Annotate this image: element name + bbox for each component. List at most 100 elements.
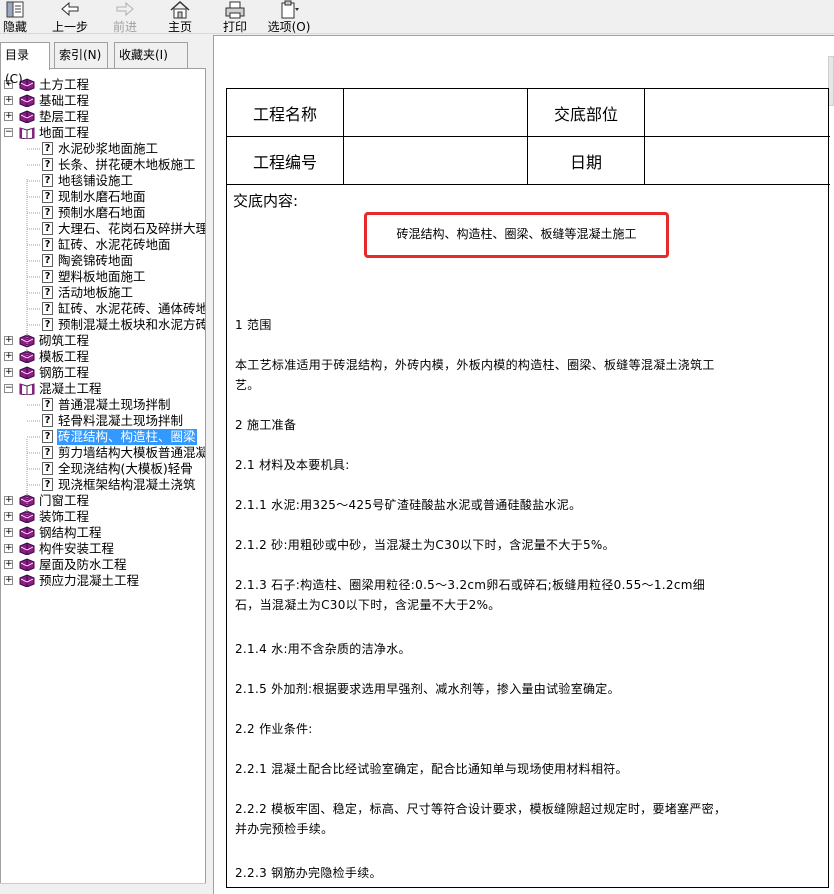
book-open-icon — [19, 126, 35, 140]
forward-button[interactable]: 前进 — [108, 0, 142, 34]
tree-item-label: 预制混凝土板块和水泥方砖 — [58, 317, 206, 332]
expand-icon[interactable]: + — [4, 352, 13, 361]
document-paragraph-line: 艺。 — [235, 378, 260, 392]
document-paragraph-line: 2.2 作业条件: — [235, 722, 313, 736]
tree-item-label: 地面工程 — [39, 125, 90, 140]
book-icon — [19, 558, 35, 572]
document-paragraph-line: 2.1.1 水泥:用325～425号矿渣硅酸盐水泥或普通硅酸盐水泥。 — [235, 498, 582, 512]
content-pane: 工程名称 交底部位 工程编号 日期 交底内容: 砖混结构、构造柱、圈梁、板缝等混… — [213, 35, 834, 894]
book-icon — [19, 494, 35, 508]
tab-favorites[interactable]: 收藏夹(I) — [114, 42, 188, 68]
help-topic-icon: ? — [42, 414, 53, 427]
document-paragraph-line: 石，当混凝土为C30以下时，含泥量不大于2%。 — [235, 598, 501, 612]
expand-icon[interactable]: + — [4, 528, 13, 537]
tab-index[interactable]: 索引(N) — [54, 42, 108, 68]
document-paragraph-line: 2.1.3 石子:构造柱、圈梁用粒径:0.5～3.2cm卵石或碎石;板缝用粒径0… — [235, 578, 706, 592]
expand-icon[interactable]: + — [4, 112, 13, 121]
forward-arrow-icon — [108, 0, 142, 20]
expand-icon[interactable]: + — [4, 336, 13, 345]
back-button[interactable]: 上一步 — [48, 0, 92, 34]
help-topic-icon: ? — [42, 206, 53, 219]
tree-item-label: 砌筑工程 — [39, 333, 90, 348]
hide-label: 隐藏 — [2, 20, 27, 34]
document-paragraph-line: 2.1.2 砂:用粗砂或中砂，当混凝土为C30以下时，含泥量不大于5%。 — [235, 538, 615, 552]
project-name-label: 工程名称 — [227, 89, 344, 137]
tree-item-label: 缸砖、水泥花砖地面 — [58, 237, 171, 252]
document-paragraph-line: 并办完预检手续。 — [235, 822, 334, 836]
date-label: 日期 — [528, 137, 645, 185]
nav-tabs: 目录(C) 索引(N) 收藏夹(I) — [0, 42, 213, 86]
help-topic-icon: ? — [42, 222, 53, 235]
home-label: 主页 — [167, 20, 192, 34]
tree-item-label: 门窗工程 — [39, 493, 90, 508]
document-paragraph-line: 2.1.5 外加剂:根据要求选用早强剂、减水剂等，掺入量由试验室确定。 — [235, 682, 620, 696]
help-topic-icon: ? — [42, 190, 53, 203]
tree-item-label: 普通混凝土现场拌制 — [58, 397, 171, 412]
expand-icon[interactable]: + — [4, 368, 13, 377]
printer-icon — [220, 0, 250, 20]
document-paragraph-line: 本工艺标准适用于砖混结构，外砖内模，外板内模的构造柱、圈梁、板缝等混凝土浇筑工 — [235, 358, 715, 372]
help-topic-icon: ? — [42, 174, 53, 187]
expand-icon[interactable]: + — [4, 576, 13, 585]
tree-item-label: 地毯铺设施工 — [58, 173, 134, 188]
tree-item-label: 现制水磨石地面 — [58, 189, 146, 204]
print-label: 打印 — [222, 20, 247, 34]
collapse-icon[interactable]: − — [4, 384, 13, 393]
tree-item-label: 土方工程 — [39, 77, 90, 92]
tree-item-label: 钢结构工程 — [39, 525, 102, 540]
pane-splitter[interactable] — [206, 68, 213, 894]
handover-part-label: 交底部位 — [528, 89, 645, 137]
tree-item-label-selected: 砖混结构、构造柱、圈梁 — [57, 429, 197, 445]
help-topic-icon: ? — [42, 446, 53, 459]
document-paragraph-line: 2.2.1 混凝土配合比经试验室确定，配合比通知单与现场使用材料相符。 — [235, 762, 628, 776]
forward-label: 前进 — [112, 20, 137, 34]
tree-item-label: 屋面及防水工程 — [39, 557, 127, 572]
expand-icon[interactable]: + — [4, 96, 13, 105]
document-paragraph-line: 2.2.3 钢筋办完隐检手续。 — [235, 866, 382, 880]
tab-contents[interactable]: 目录(C) — [0, 42, 50, 86]
toolbar: 隐藏 上一步 前进 主页 打印 选项(O) — [0, 0, 834, 34]
expand-icon[interactable]: + — [4, 544, 13, 553]
tree-item-label: 大理石、花岗石及碎拼大理 — [58, 221, 206, 236]
print-button[interactable]: 打印 — [220, 0, 250, 34]
options-button[interactable]: 选项(O) — [266, 0, 312, 34]
tree-item-label: 现浇框架结构混凝土浇筑 — [58, 477, 196, 492]
help-topic-icon: ? — [42, 430, 53, 443]
tree-item-label: 构件安装工程 — [39, 541, 115, 556]
expand-icon[interactable]: + — [4, 512, 13, 521]
tree-item-label: 长条、拼花硬木地板施工 — [58, 157, 196, 172]
tree-item-label: 塑料板地面施工 — [58, 269, 146, 284]
tree-item-label: 垫层工程 — [39, 109, 90, 124]
help-topic-icon: ? — [42, 478, 53, 491]
help-topic-icon: ? — [42, 238, 53, 251]
help-topic-icon: ? — [42, 270, 53, 283]
tree-item-label: 全现浇结构(大模板)轻骨 — [58, 461, 193, 476]
book-icon — [19, 510, 35, 524]
collapse-icon[interactable]: − — [4, 128, 13, 137]
tree-horizontal-scrollbar[interactable] — [0, 883, 206, 894]
tree-item-label: 预制水磨石地面 — [58, 205, 146, 220]
help-topic-icon: ? — [42, 302, 53, 315]
tree-item-label: 轻骨料混凝土现场拌制 — [58, 413, 184, 428]
help-topic-icon: ? — [42, 318, 53, 331]
help-topic-icon: ? — [42, 254, 53, 267]
contents-tree[interactable]: + 土方工程 + 基础工程 + 垫层工程 − 地面工程? 水泥砂浆地面施工? 长条、拼花硬木地板施… — [0, 68, 206, 888]
home-button[interactable]: 主页 — [164, 0, 196, 34]
content-label: 交底内容: — [233, 192, 299, 210]
book-icon — [19, 334, 35, 348]
book-open-icon — [19, 382, 35, 396]
help-topic-icon: ? — [42, 142, 53, 155]
tree-item-label: 钢筋工程 — [39, 365, 90, 380]
expand-icon[interactable]: + — [4, 496, 13, 505]
book-icon — [19, 542, 35, 556]
document-paragraph-line: 1 范围 — [235, 318, 272, 332]
expand-icon[interactable]: + — [4, 560, 13, 569]
back-label: 上一步 — [51, 20, 88, 34]
hide-button[interactable]: 隐藏 — [0, 0, 30, 34]
document-paragraph-line: 2.1 材料及本要机具: — [235, 458, 350, 472]
book-icon — [19, 574, 35, 588]
back-arrow-icon — [48, 0, 92, 20]
handover-document: 工程名称 交底部位 工程编号 日期 交底内容: 砖混结构、构造柱、圈梁、板缝等混… — [226, 88, 830, 888]
book-icon — [19, 350, 35, 364]
tree-item-label: 陶瓷锦砖地面 — [58, 253, 134, 268]
